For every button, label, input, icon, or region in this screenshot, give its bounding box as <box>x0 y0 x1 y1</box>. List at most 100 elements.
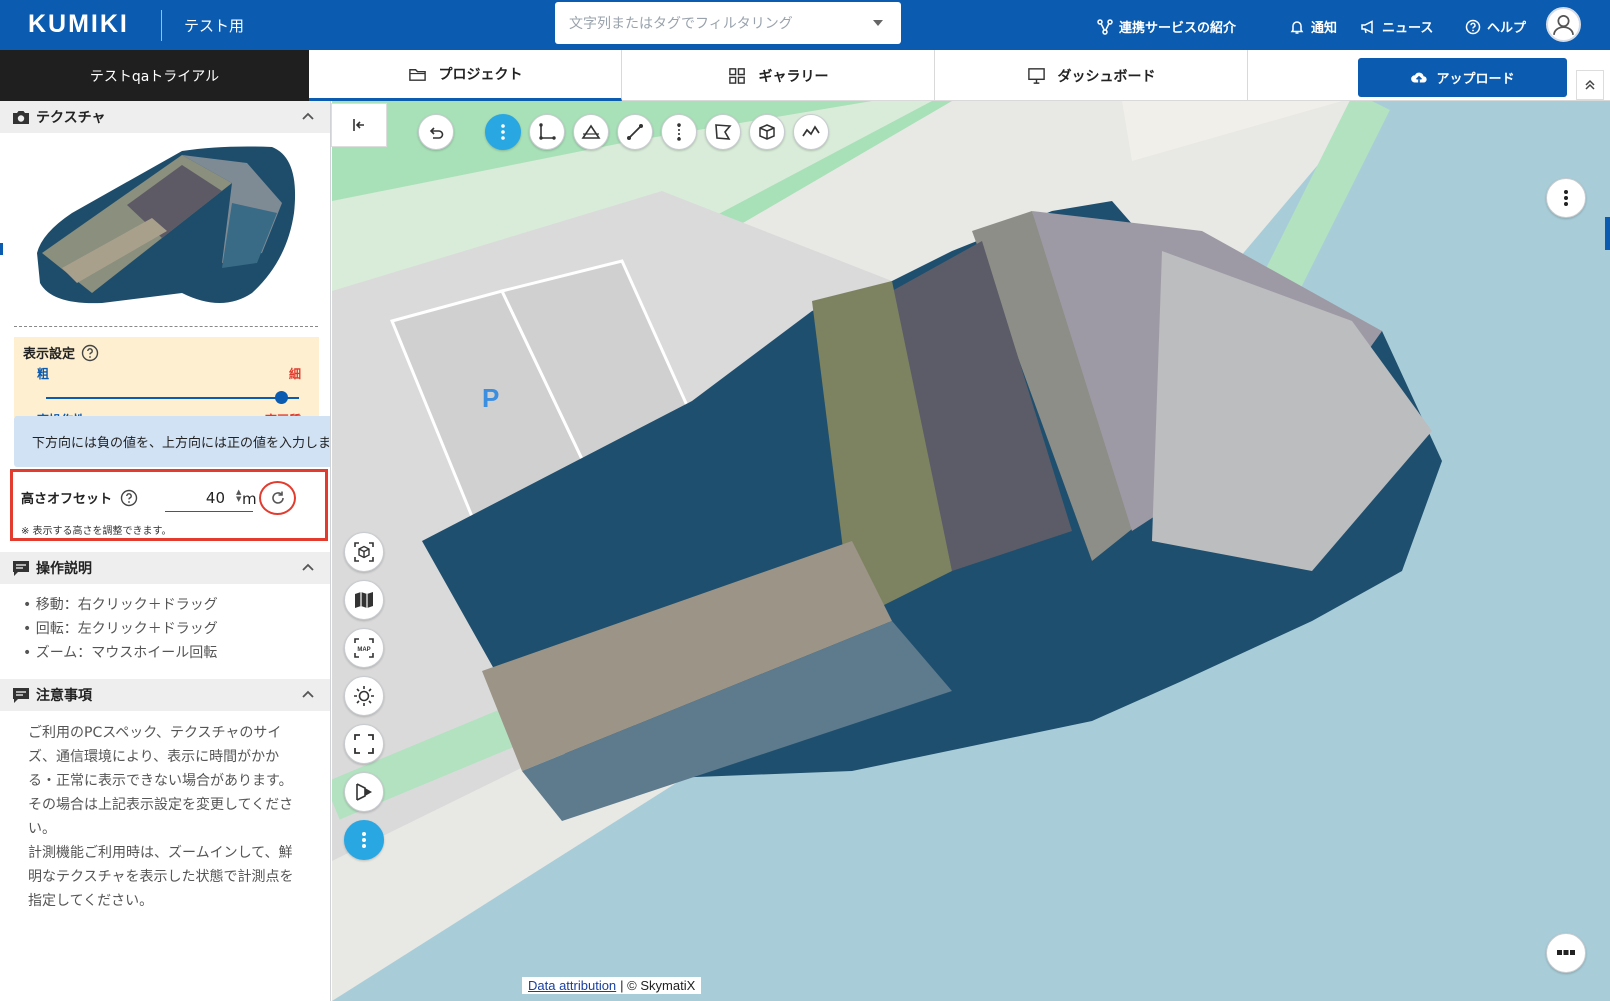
offset-tooltip: 下方向には負の値を、上方向には正の値を入力します <box>14 416 330 467</box>
cube-icon <box>759 124 775 140</box>
logo-divider <box>161 10 162 41</box>
vertical-dots-icon <box>1564 190 1568 206</box>
undo-icon <box>429 127 444 139</box>
map-attribution: Data attribution | © SkymatiX <box>522 977 702 994</box>
news-link[interactable]: ニュース <box>1360 17 1433 36</box>
perspective-icon <box>356 783 372 801</box>
edge-indicator <box>0 243 3 255</box>
user-avatar[interactable] <box>1546 7 1581 42</box>
3d-view-button[interactable] <box>344 532 384 572</box>
map-options-button[interactable] <box>1546 178 1586 218</box>
map-viewer[interactable]: P <box>332 101 1610 1001</box>
angle-icon <box>539 123 556 140</box>
tab-dashboard[interactable]: ダッシュボード <box>935 50 1248 101</box>
tab-gallery[interactable]: ギャラリー <box>622 50 935 101</box>
news-label: ニュース <box>1382 21 1434 36</box>
list-item: • 回転：左クリック＋ドラッグ <box>23 621 218 637</box>
kumiki-logo[interactable]: KUMIKI <box>28 10 129 39</box>
sun-icon <box>354 686 374 706</box>
refresh-icon <box>271 491 284 504</box>
height-offset-label: 高さオフセット <box>21 488 138 507</box>
filter-placeholder: 文字列またはタグでフィルタリング <box>569 16 793 32</box>
offset-label-text: 高さオフセット <box>21 492 113 507</box>
vertical-line-icon <box>677 123 681 141</box>
lighting-button[interactable] <box>344 676 384 716</box>
upload-button[interactable]: アップロード <box>1358 58 1567 97</box>
help-circle-icon[interactable] <box>81 344 99 362</box>
grid-icon <box>728 68 745 84</box>
detail-slider-handle[interactable] <box>275 391 289 404</box>
workspace-name[interactable]: テスト用 <box>184 15 244 36</box>
point-tool-button[interactable] <box>485 114 521 150</box>
data-attribution-link[interactable]: Data attribution <box>528 978 616 993</box>
cube-focus-icon <box>354 542 374 562</box>
help-link[interactable]: ヘルプ <box>1465 17 1526 36</box>
chevron-up-icon <box>302 690 314 698</box>
tab-bar: テストqaトライアル プロジェクト ギャラリー ダッシュボード アップロード <box>0 50 1610 101</box>
fullscreen-button[interactable] <box>344 724 384 764</box>
distance-tool-button[interactable] <box>617 114 653 150</box>
number-stepper[interactable]: ▲ ▼ <box>236 489 241 503</box>
map-focus-icon: MAP <box>354 638 374 658</box>
line-icon <box>627 124 643 140</box>
collapse-header-button[interactable] <box>1576 70 1604 100</box>
offset-note: ※ 表示する高さを調整できます。 <box>21 526 172 537</box>
texture-section-header[interactable]: テクスチャ <box>0 101 330 133</box>
tab-project-label: プロジェクト <box>438 67 523 83</box>
edge-indicator <box>1605 217 1610 250</box>
notes-paragraph: 計測機能ご利用時は、ズームインして、鮮明なテクスチャを表示した状態で計測点を指定… <box>28 845 294 909</box>
volume-tool-button[interactable] <box>749 114 785 150</box>
texture-title: テクスチャ <box>36 110 106 126</box>
reset-offset-button[interactable] <box>259 481 296 515</box>
display-title-label: 表示設定 <box>23 347 76 362</box>
filter-select[interactable]: 文字列またはタグでフィルタリング <box>555 2 901 44</box>
collapse-panel-button[interactable] <box>331 103 387 147</box>
perspective-button[interactable] <box>344 772 384 812</box>
operations-section-header[interactable]: 操作説明 <box>0 552 330 584</box>
project-name[interactable]: テストqaトライアル <box>0 50 309 101</box>
message-icon <box>13 687 29 703</box>
vertical-tool-button[interactable] <box>661 114 697 150</box>
notes-title: 注意事項 <box>36 688 92 704</box>
area-tool-button[interactable] <box>705 114 741 150</box>
angle-tool-button[interactable] <box>529 114 565 150</box>
height-tool-button[interactable] <box>573 114 609 150</box>
tab-project[interactable]: プロジェクト <box>309 50 622 101</box>
parking-label: P <box>482 383 500 413</box>
services-link[interactable]: 連携サービスの紹介 <box>1097 17 1236 36</box>
profile-tool-button[interactable] <box>793 114 829 150</box>
user-icon <box>1553 15 1574 35</box>
coarse-label: 粗 <box>37 367 50 381</box>
vertical-dots-icon <box>501 124 505 140</box>
help-circle-icon[interactable] <box>120 489 138 507</box>
section-divider <box>14 326 318 327</box>
bell-icon <box>1290 20 1304 34</box>
undo-button[interactable] <box>418 114 454 150</box>
camera-icon <box>13 111 29 124</box>
notes-section-header[interactable]: 注意事項 <box>0 679 330 711</box>
help-circle-icon <box>1465 19 1481 34</box>
profile-line-icon <box>802 125 820 137</box>
double-chevron-up-icon <box>1585 79 1595 90</box>
horizontal-dots-icon <box>1557 950 1575 955</box>
more-options-button[interactable] <box>1546 933 1586 973</box>
list-item: • 移動：右クリック＋ドラッグ <box>23 597 218 613</box>
basemap-button[interactable]: MAP <box>344 628 384 668</box>
notifications-link[interactable]: 通知 <box>1289 17 1337 36</box>
top-bar: KUMIKI テスト用 文字列またはタグでフィルタリング 連携サービスの紹介 通… <box>0 0 1610 50</box>
fullscreen-icon <box>354 734 374 754</box>
map-canvas[interactable] <box>332 101 1610 1001</box>
map-view-button[interactable] <box>344 580 384 620</box>
texture-thumbnail[interactable] <box>32 143 300 311</box>
detail-slider-track[interactable] <box>46 397 299 399</box>
cloud-upload-icon <box>1411 72 1428 83</box>
notifications-label: 通知 <box>1311 21 1338 36</box>
notes-paragraph: ご利用のPCスペック、テクスチャのサイズ、通信環境により、表示に時間がかかる・正… <box>28 725 294 837</box>
polygon-icon <box>715 124 732 140</box>
map-icon <box>355 592 373 608</box>
more-tools-button[interactable] <box>344 820 384 860</box>
share-nodes-icon <box>1097 18 1113 35</box>
monitor-icon <box>1027 68 1045 84</box>
height-offset-box: 高さオフセット 40 ▲ ▼ m ※ 表示する高さを調整できます。 <box>10 469 328 541</box>
display-settings-title: 表示設定 <box>23 343 99 362</box>
